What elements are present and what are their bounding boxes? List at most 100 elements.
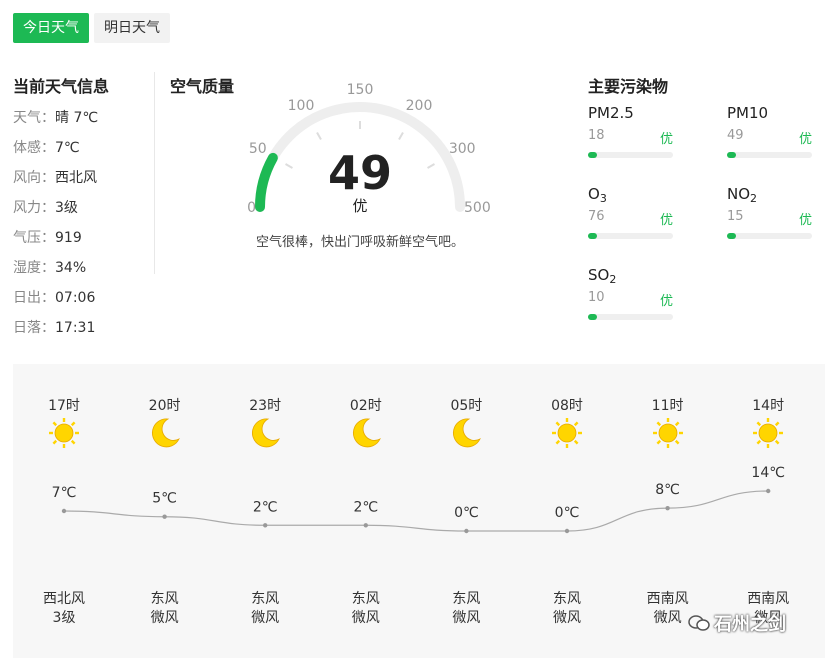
sun-icon	[652, 418, 683, 448]
temperature-point	[363, 523, 368, 528]
wind-level: 微风	[553, 610, 581, 626]
info-value: 晴 7℃	[55, 110, 99, 126]
moon-icon	[453, 418, 482, 448]
temperature-label: 5℃	[152, 491, 177, 507]
wind-direction: 东风	[452, 591, 481, 607]
sun-icon	[753, 418, 784, 448]
forecast-time: 14时	[752, 398, 785, 414]
info-row-wind-direction: 风向：西北风	[13, 170, 97, 186]
temperature-label: 0℃	[454, 505, 479, 521]
info-row-feels-like: 体感：7℃	[13, 140, 80, 156]
forecast-time: 23时	[249, 398, 282, 414]
aqi-level: 优	[352, 197, 368, 215]
pollutant-bar-fill	[588, 233, 597, 239]
forecast-wind: 东风 微风	[416, 590, 516, 628]
tab-today[interactable]: 今日天气	[13, 13, 89, 43]
sun-icon	[552, 418, 582, 448]
pollutant-bar	[588, 314, 673, 320]
gauge-tick	[398, 132, 404, 140]
pollutant-value: 18	[588, 128, 605, 143]
temperature-point	[61, 508, 67, 514]
temperature-point	[162, 514, 167, 519]
pollutant-so2: SO2 10 优	[588, 264, 673, 320]
pollutant-value: 76	[588, 209, 605, 224]
pollutant-bar	[588, 233, 673, 239]
info-key: 湿度	[13, 260, 41, 276]
wind-direction: 西南风	[747, 591, 790, 607]
pollutant-name: PM10	[727, 104, 769, 122]
watermark-text: 石州之剑	[714, 614, 786, 635]
forecast-time: 08时	[551, 398, 583, 414]
pollutant-bar	[727, 152, 812, 158]
info-row-weather: 天气：晴 7℃	[13, 110, 99, 126]
wind-direction: 东风	[150, 591, 179, 607]
pollutant-bar-fill	[588, 314, 597, 320]
info-value: 07:06	[55, 290, 96, 306]
pollutant-value: 10	[588, 290, 605, 305]
sun-icon	[49, 418, 79, 448]
pollutant-name: SO2	[588, 266, 617, 286]
forecast-wind: 东风 微风	[115, 590, 215, 628]
gauge-scale-label: 0	[247, 200, 256, 216]
gauge-scale-label: 50	[249, 141, 267, 157]
moon-icon	[151, 418, 180, 448]
wind-level: 3级	[52, 610, 76, 626]
temperature-point	[766, 488, 771, 494]
forecast-wind: 东风 微风	[517, 590, 617, 628]
info-value: 34%	[55, 260, 87, 276]
pollutant-name: PM2.5	[588, 104, 634, 122]
pollutant-level: 优	[659, 132, 673, 147]
gauge-scale-label: 300	[449, 141, 476, 157]
temperature-label: 14℃	[751, 465, 785, 481]
wind-direction: 西北风	[43, 591, 85, 607]
forecast-wind: 东风 微风	[316, 590, 416, 628]
temperature-point	[665, 505, 670, 511]
info-row-sunset: 日落：17:31	[13, 320, 96, 336]
gauge-tick	[427, 163, 435, 169]
temperature-point	[464, 528, 469, 534]
pollutant-level: 优	[659, 294, 673, 309]
day-tabs: 今日天气 明日天气	[13, 13, 175, 43]
wind-direction: 东风	[251, 591, 280, 607]
info-value: 西北风	[55, 170, 97, 186]
pollutant-level: 优	[798, 213, 812, 228]
info-key: 日落	[13, 320, 41, 336]
info-value: 17:31	[55, 320, 96, 336]
pollutant-value: 49	[727, 128, 744, 143]
pollutant-bar-fill	[727, 233, 736, 239]
info-key: 风向	[13, 170, 41, 186]
pollutant-pm25: PM2.5 18 优	[588, 102, 673, 158]
wind-level: 微风	[150, 610, 179, 626]
forecast-time: 17时	[48, 398, 80, 414]
wind-level: 微风	[452, 610, 481, 626]
pollutant-bar-fill	[727, 152, 736, 158]
gauge-tick	[316, 132, 322, 140]
pollutant-pm10: PM10 49 优	[727, 102, 812, 158]
info-value: 3级	[55, 200, 78, 216]
aqi-value: 49	[327, 146, 392, 200]
info-row-sunrise: 日出：07:06	[13, 290, 96, 306]
air-quality-title: 空气质量	[170, 77, 235, 96]
moon-icon	[252, 418, 281, 448]
temperature-label: 7℃	[52, 485, 77, 501]
pollutant-bar-fill	[588, 152, 597, 158]
info-key: 天气	[13, 110, 41, 126]
aqi-description: 空气很棒，快出门呼吸新鲜空气吧。	[255, 235, 464, 250]
current-weather-title: 当前天气信息	[13, 77, 110, 96]
info-row-humidity: 湿度：34%	[13, 260, 87, 276]
gauge-scale-label: 150	[347, 82, 374, 98]
pollutant-no2: NO2 15 优	[727, 183, 812, 239]
gauge-scale-label: 100	[288, 98, 315, 114]
info-key: 日出	[13, 290, 41, 306]
info-row-wind-force: 风力：3级	[13, 200, 78, 216]
wind-direction: 东风	[351, 591, 380, 607]
pollutant-bar	[588, 152, 673, 158]
gauge-value-arc	[255, 152, 278, 212]
wind-direction: 东风	[553, 591, 581, 607]
gauge-scale-label: 500	[464, 200, 490, 216]
info-row-pressure: 气压：919	[13, 230, 82, 246]
forecast-wind: 西北风 3级	[14, 590, 114, 628]
pollutant-level: 优	[659, 213, 673, 228]
info-value: 919	[55, 230, 82, 246]
tab-tomorrow[interactable]: 明日天气	[94, 13, 170, 43]
